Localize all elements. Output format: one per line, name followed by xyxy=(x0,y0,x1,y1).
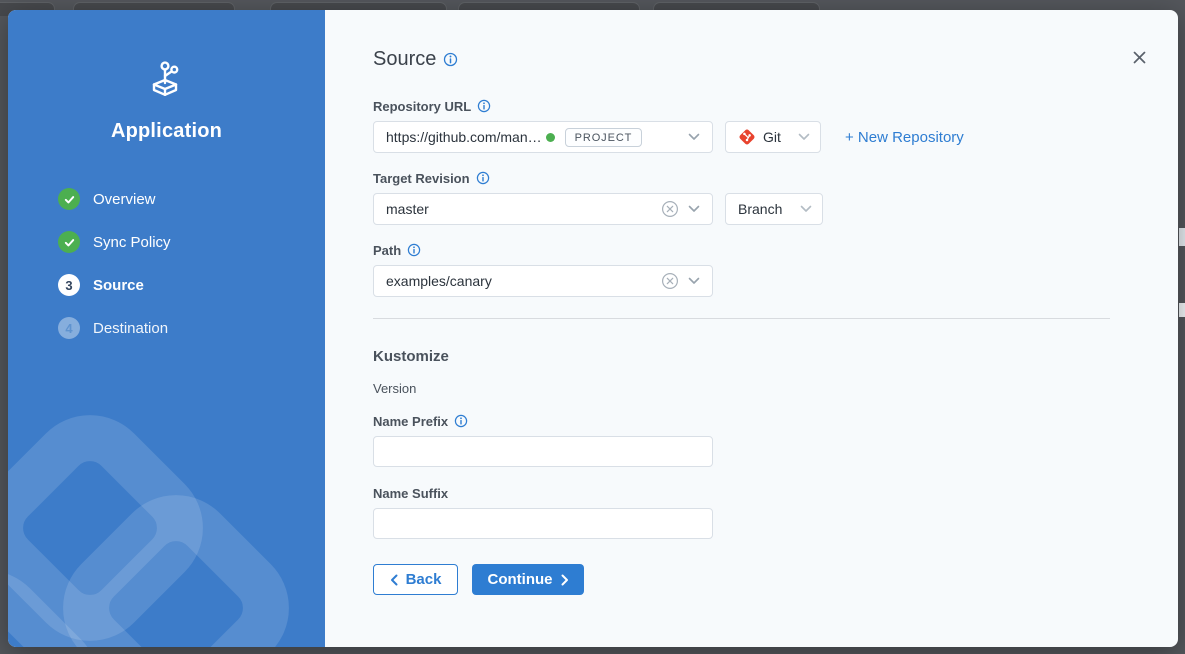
chevron-down-icon[interactable] xyxy=(800,205,812,213)
step-sync-policy[interactable]: Sync Policy xyxy=(58,231,171,253)
info-icon[interactable] xyxy=(443,52,458,67)
application-logo-icon xyxy=(144,56,190,102)
page-title: Source xyxy=(373,48,436,71)
background-fragment xyxy=(1179,228,1185,246)
kustomize-heading: Kustomize xyxy=(373,348,1178,365)
wizard-title: Application xyxy=(111,120,222,143)
chevron-left-icon xyxy=(390,574,398,586)
close-button[interactable] xyxy=(1128,46,1150,68)
step-overview[interactable]: Overview xyxy=(58,188,171,210)
step-label: Destination xyxy=(93,320,168,337)
step-label: Overview xyxy=(93,191,156,208)
info-icon[interactable] xyxy=(476,171,490,185)
repo-type-select[interactable]: Git xyxy=(725,121,821,153)
path-combobox[interactable]: examples/canary xyxy=(373,265,713,297)
target-revision-combobox[interactable]: master xyxy=(373,193,713,225)
name-prefix-input[interactable] xyxy=(373,436,713,467)
repo-type-value: Git xyxy=(763,129,781,145)
step-number-badge: 4 xyxy=(58,317,80,339)
info-icon[interactable] xyxy=(477,99,491,113)
step-label: Source xyxy=(93,277,144,294)
chevron-down-icon[interactable] xyxy=(798,133,810,141)
git-logo-icon xyxy=(738,128,756,146)
version-label: Version xyxy=(373,381,1178,396)
info-icon[interactable] xyxy=(407,243,421,257)
path-value: examples/canary xyxy=(386,273,492,289)
step-number-badge: 3 xyxy=(58,274,80,296)
step-destination[interactable]: 4 Destination xyxy=(58,317,171,339)
clear-icon[interactable] xyxy=(661,200,679,218)
name-prefix-label: Name Prefix xyxy=(373,414,448,429)
section-divider xyxy=(373,318,1110,319)
clear-icon[interactable] xyxy=(661,272,679,290)
connection-status-dot xyxy=(546,133,555,142)
check-icon xyxy=(58,231,80,253)
chevron-right-icon xyxy=(561,574,569,586)
background-fragment xyxy=(1179,303,1185,317)
chevron-down-icon[interactable] xyxy=(688,133,700,141)
new-repository-link[interactable]: + New Repository xyxy=(845,129,964,146)
target-revision-label: Target Revision xyxy=(373,171,470,186)
name-suffix-label: Name Suffix xyxy=(373,486,448,501)
name-suffix-input[interactable] xyxy=(373,508,713,539)
continue-button-label: Continue xyxy=(488,571,553,588)
chevron-down-icon[interactable] xyxy=(688,277,700,285)
revision-type-value: Branch xyxy=(738,201,782,217)
repository-url-value: https://github.com/man… xyxy=(386,129,542,145)
project-badge: PROJECT xyxy=(565,128,643,147)
path-label: Path xyxy=(373,243,401,258)
wizard-main-panel: Source Repository URL https://github.com… xyxy=(325,10,1178,647)
info-icon[interactable] xyxy=(454,414,468,428)
wizard-steps: Overview Sync Policy 3 Source 4 Destinat… xyxy=(8,188,171,360)
check-icon xyxy=(58,188,80,210)
close-icon xyxy=(1132,50,1147,65)
wizard-sidebar: Application Overview Sync Policy 3 Sourc… xyxy=(8,10,325,647)
step-label: Sync Policy xyxy=(93,234,171,251)
back-button[interactable]: Back xyxy=(373,564,458,595)
repository-url-combobox[interactable]: https://github.com/man… PROJECT xyxy=(373,121,713,153)
repository-url-label: Repository URL xyxy=(373,99,471,114)
application-wizard-modal: Application Overview Sync Policy 3 Sourc… xyxy=(8,10,1178,647)
back-button-label: Back xyxy=(406,571,442,588)
continue-button[interactable]: Continue xyxy=(472,564,584,595)
revision-type-select[interactable]: Branch xyxy=(725,193,823,225)
target-revision-value: master xyxy=(386,201,429,217)
step-source[interactable]: 3 Source xyxy=(58,274,171,296)
chevron-down-icon[interactable] xyxy=(688,205,700,213)
